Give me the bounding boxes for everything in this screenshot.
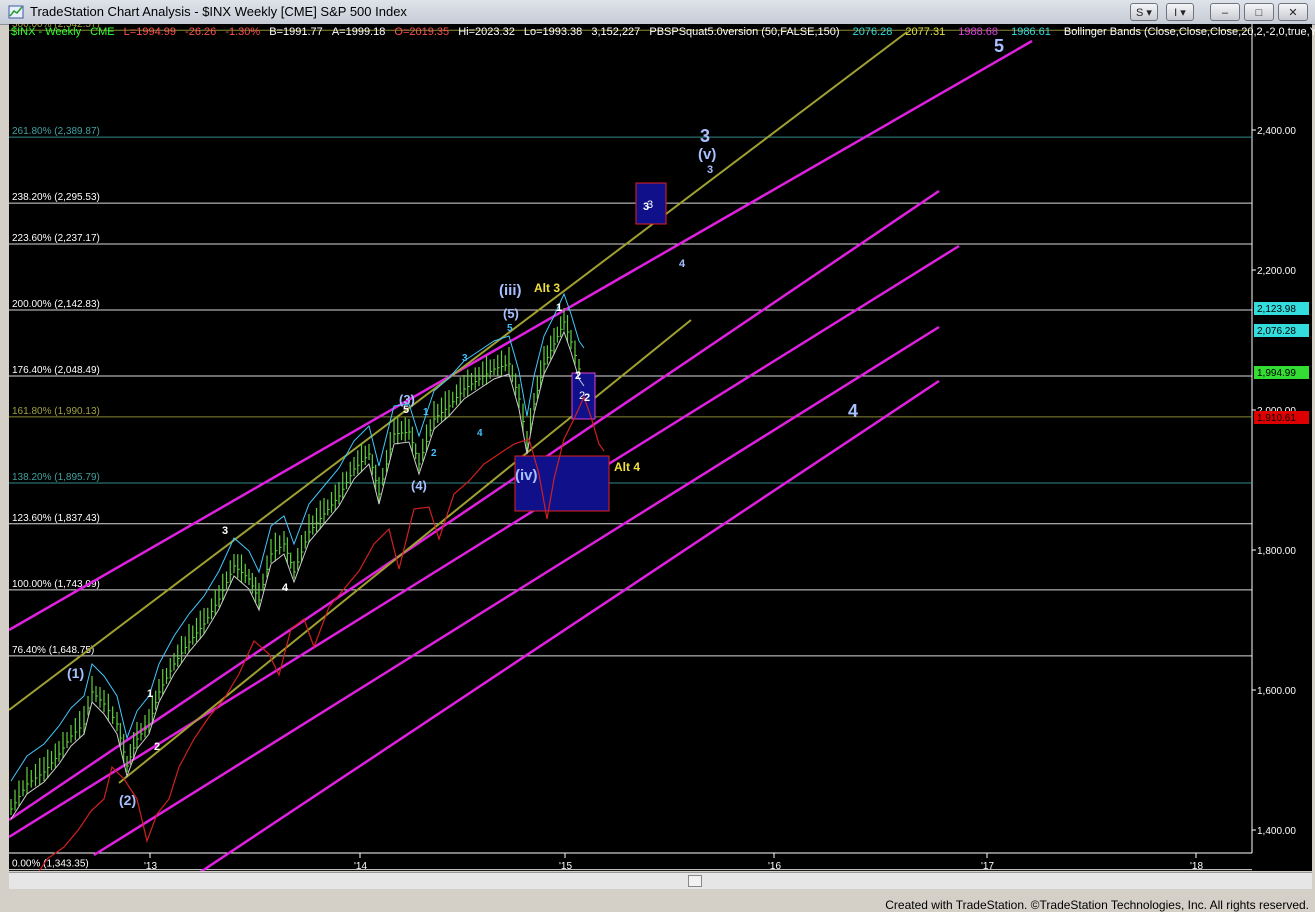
low-price: Lo=1993.38 [523, 26, 583, 38]
wave-label: 2 [431, 448, 437, 459]
wave-label: 2 [575, 370, 581, 382]
wave-label: (iii) [499, 282, 522, 299]
price-tick-label: 1,800.00 [1257, 546, 1296, 557]
channel-line [93, 325, 940, 857]
indicator-value-1: 2076.28 [852, 26, 893, 38]
horizontal-scrollbar[interactable] [9, 872, 1312, 889]
wave-label: 4 [477, 428, 483, 439]
app-icon [8, 5, 24, 19]
i-dropdown-button[interactable]: I ▾ [1166, 3, 1194, 21]
wave-label: 3 [700, 126, 710, 146]
fib-level-label: 223.60% (2,237.17) [12, 233, 100, 244]
fib-level-label: 200.00% (2,142.83) [12, 299, 100, 310]
wave-label: Alt 3 [534, 281, 560, 295]
indicator-value-4: 1986.61 [1011, 26, 1051, 38]
fib-level-label: 176.40% (2,048.49) [12, 365, 100, 376]
wave-label: 2 [154, 741, 160, 753]
channel-line [9, 244, 960, 839]
wave-label: (1) [67, 665, 84, 681]
volume: 3,152,227 [591, 26, 641, 38]
wave-label: 3 [462, 353, 468, 364]
price-marker-label: 1,994.99 [1257, 368, 1296, 379]
chart-header: $INX - Weekly CME L=1994.99 -26.26 -1.30… [11, 26, 1315, 38]
fib-level-label: 161.80% (1,990.13) [12, 406, 100, 417]
price-tick-label: 2,400.00 [1257, 126, 1296, 137]
fib-level-label: 261.80% (2,389.87) [12, 126, 100, 137]
wave-label: Alt 4 [614, 460, 640, 474]
maximize-button[interactable]: □ [1244, 3, 1274, 21]
window-title: TradeStation Chart Analysis - $INX Weekl… [30, 4, 407, 19]
footer-credit: Created with TradeStation. ©TradeStation… [885, 898, 1309, 912]
fib-level-label: 138.20% (1,895.79) [12, 472, 100, 483]
wave-label: 4 [282, 582, 289, 594]
bollinger-label: Bollinger Bands (Close,Close,Close,20,2,… [1063, 26, 1315, 38]
wave-label: 3 [707, 164, 713, 176]
wave-label: 5 [994, 36, 1004, 56]
wave-label: 1 [147, 688, 153, 700]
net-change: -26.26 [185, 26, 217, 38]
indicator-name: PBSPSquat5.0version (50,FALSE,150) [649, 26, 840, 38]
trend-channel-line [9, 31, 908, 711]
bid-price: B=1991.77 [269, 26, 323, 38]
price-tick-label: 1,600.00 [1257, 686, 1296, 697]
minimize-button[interactable]: ‒ [1210, 3, 1240, 21]
wave-label: 1 [556, 302, 562, 314]
fib-level-label: 123.60% (1,837.43) [12, 513, 100, 524]
wave-label: (v) [698, 146, 716, 163]
wave-label: (iv) [515, 467, 538, 484]
title-bar: TradeStation Chart Analysis - $INX Weekl… [0, 0, 1315, 25]
symbol-label: $INX - Weekly [11, 26, 82, 38]
trend-channel-line [118, 319, 692, 784]
wave-label: 4 [679, 258, 686, 270]
wave-label: 3 [222, 525, 228, 537]
price-tick-label: 1,400.00 [1257, 826, 1296, 837]
last-price: L=1994.99 [123, 26, 176, 38]
wave-label: (2) [119, 792, 136, 808]
wave-label: 5 [507, 323, 513, 334]
wave-label: 4 [848, 401, 858, 421]
pct-change: -1.30% [225, 26, 261, 38]
price-marker-label: 2,076.28 [1257, 326, 1296, 337]
channel-line [199, 379, 940, 871]
open-price: O=2019.35 [394, 26, 450, 38]
wave-label: (5) [503, 306, 519, 321]
wave-label: 5 [403, 404, 409, 416]
chart-area[interactable]: 2,600.002,400.002,200.002,000.001,800.00… [9, 24, 1312, 871]
wave-label: 2 [584, 392, 590, 404]
fib-level-label: 238.20% (2,295.53) [12, 192, 100, 203]
fib-level-label: 0.00% (1,343.35) [12, 859, 89, 870]
wave-label: 3 [643, 201, 649, 213]
wave-label: (4) [411, 478, 427, 493]
wave-label: 1 [423, 407, 429, 418]
scrollbar-thumb[interactable] [688, 875, 702, 887]
price-marker-label: 2,123.98 [1257, 304, 1296, 315]
exchange-label: CME [90, 26, 115, 38]
indicator-value-3: 1988.68 [958, 26, 999, 38]
price-marker-label: 1,910.61 [1257, 413, 1296, 424]
s-dropdown-button[interactable]: S ▾ [1130, 3, 1158, 21]
channel-line [9, 39, 1033, 632]
close-button[interactable]: ✕ [1278, 3, 1308, 21]
price-tick-label: 2,200.00 [1257, 266, 1296, 277]
price-chart[interactable]: 2,600.002,400.002,200.002,000.001,800.00… [9, 24, 1312, 871]
ask-price: A=1999.18 [331, 26, 386, 38]
indicator-value-2: 2077.31 [905, 26, 946, 38]
high-price: Hi=2023.32 [458, 26, 515, 38]
